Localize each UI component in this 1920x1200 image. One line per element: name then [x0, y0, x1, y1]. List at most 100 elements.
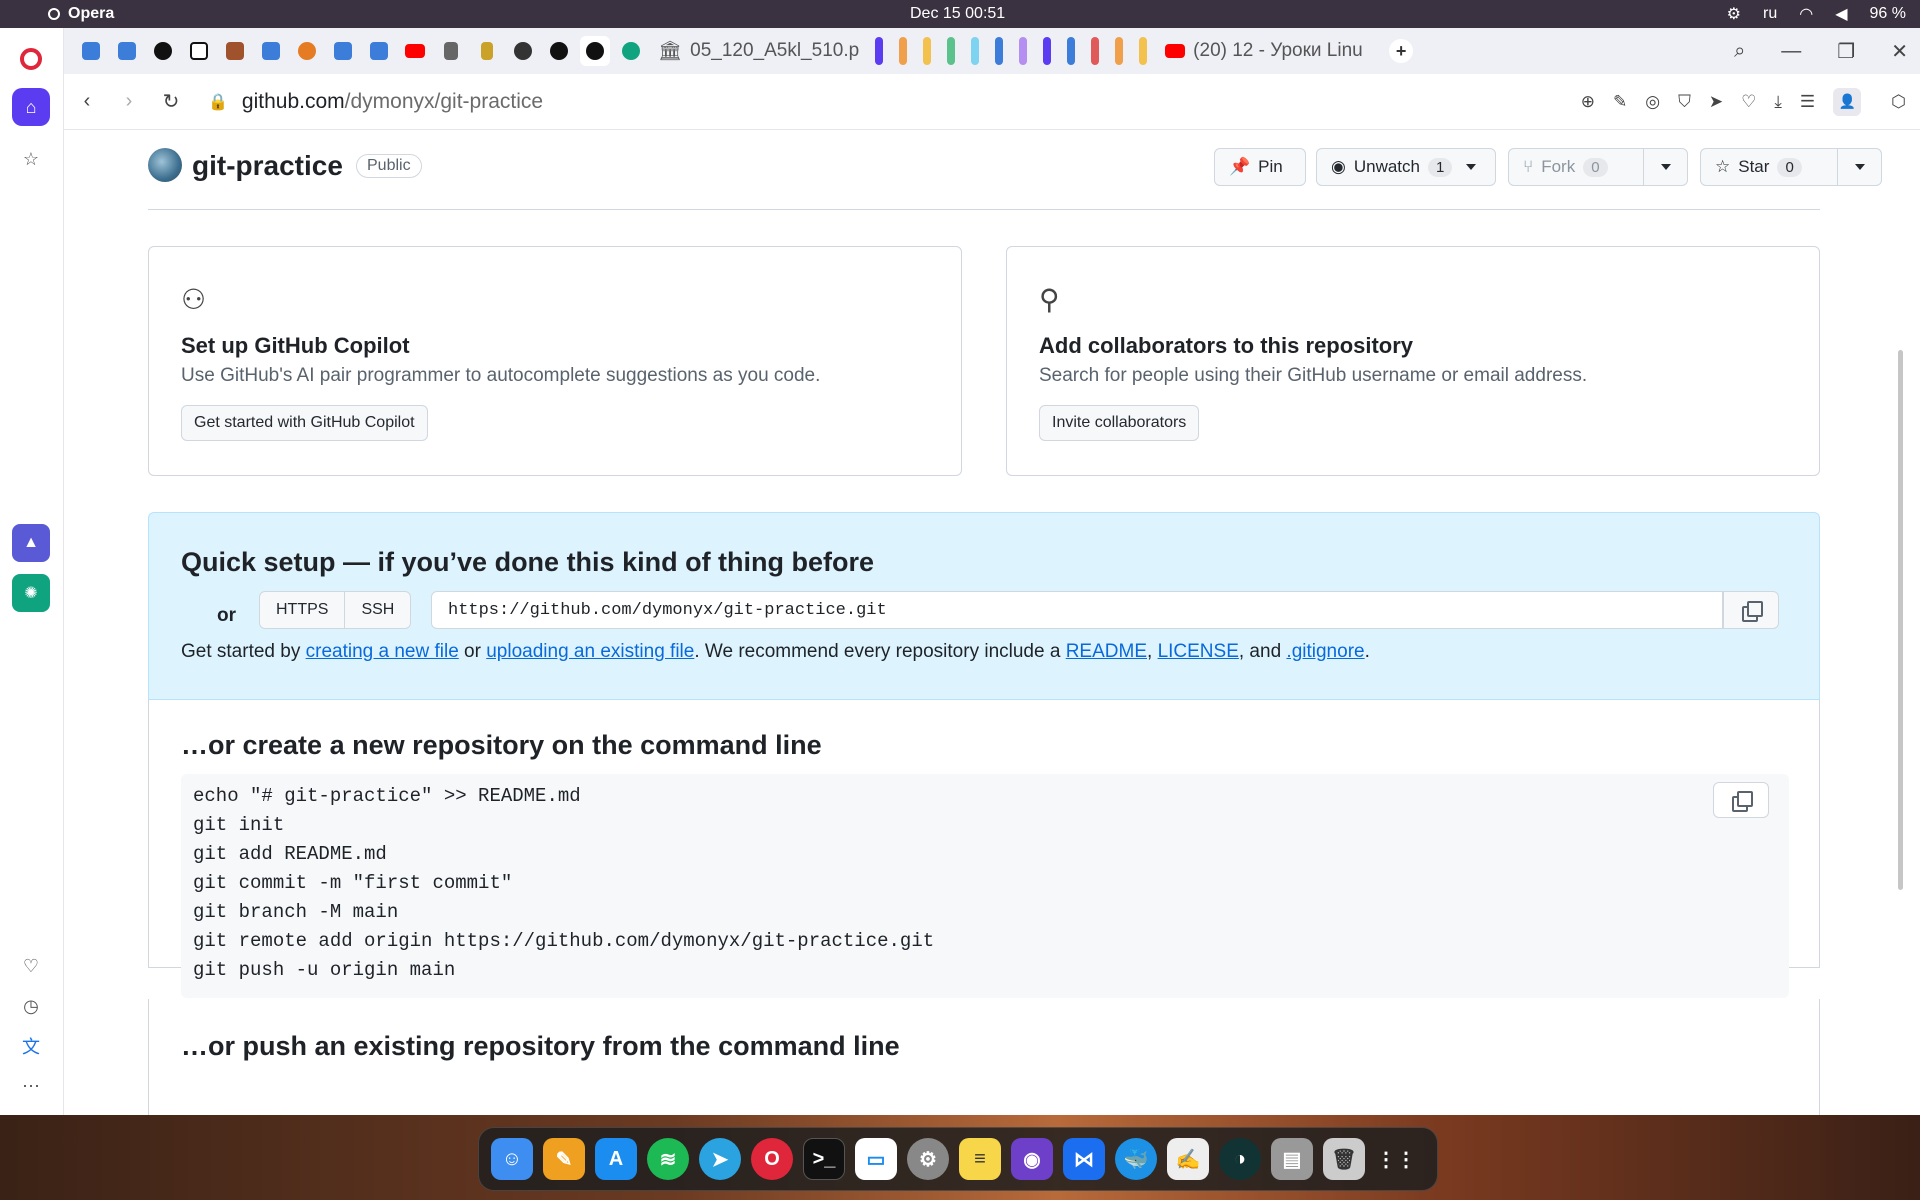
send-icon[interactable]: ➤ [1709, 92, 1723, 112]
restore-icon[interactable]: ❐ [1837, 39, 1855, 64]
collapsed-tab-1[interactable] [875, 37, 884, 65]
files-icon[interactable]: ▭ [855, 1138, 897, 1180]
system-settings-icon[interactable]: ⚙ [907, 1138, 949, 1180]
close-icon[interactable]: ✕ [1891, 39, 1908, 64]
opera-icon[interactable]: O [751, 1138, 793, 1180]
collapsed-tab-6[interactable] [995, 37, 1004, 65]
chatgpt-icon[interactable]: ✺ [12, 574, 50, 612]
https-tab[interactable]: HTTPS [260, 592, 344, 628]
disk-utility-icon[interactable]: ▤ [1271, 1138, 1313, 1180]
trash-icon[interactable]: 🗑 [1323, 1138, 1365, 1180]
tab-favicon-gear[interactable] [112, 36, 142, 66]
preview-icon[interactable]: ✍ [1167, 1138, 1209, 1180]
create-repo-code[interactable]: echo "# git-practice" >> README.md git i… [181, 774, 1789, 998]
easy-setup-icon[interactable]: ☰ [1800, 92, 1815, 112]
tab-favicon-github[interactable] [544, 36, 574, 66]
url-field[interactable]: github.com/dymonyx/git-practice [242, 90, 543, 114]
home-icon[interactable]: ⌂ [12, 88, 50, 126]
upload-file-link[interactable]: uploading an existing file [486, 641, 694, 662]
tab-favicon-notion[interactable] [184, 36, 214, 66]
tab-favicon-youtube[interactable] [400, 36, 430, 66]
pycharm-icon[interactable]: ◑ [1219, 1138, 1261, 1180]
settings-gear-icon[interactable]: ⚙ [1727, 4, 1741, 24]
wifi-icon[interactable]: ◠ [1799, 4, 1813, 24]
repo-name[interactable]: git-practice [192, 150, 343, 182]
search-tabs-icon[interactable]: ⌕ [1734, 40, 1745, 63]
reload-button[interactable]: ↻ [152, 83, 190, 121]
extensions-cube-icon[interactable]: ⬡ [1891, 92, 1906, 112]
menubar-clock[interactable]: Dec 15 00:51 [910, 5, 1005, 23]
tab-favicon-image[interactable] [220, 36, 250, 66]
back-button[interactable]: ‹ [68, 83, 106, 121]
tab-favicon-gear[interactable] [364, 36, 394, 66]
copilot-get-started-button[interactable]: Get started with GitHub Copilot [181, 405, 428, 441]
fork-dropdown-button[interactable] [1643, 148, 1687, 186]
finder-icon[interactable]: ☺ [491, 1138, 533, 1180]
star-label[interactable]: Star [1738, 157, 1769, 177]
collapsed-tab-2[interactable] [899, 37, 908, 65]
collapsed-tab-9[interactable] [1067, 37, 1076, 65]
page-scrollbar[interactable] [1896, 240, 1904, 1110]
tab-pdf[interactable]: 🏛 05_120_A5kl_510.p [658, 39, 859, 63]
collapsed-tab-10[interactable] [1091, 37, 1100, 65]
collapsed-tab-group[interactable] [875, 37, 1148, 65]
aria-ai-icon[interactable]: ▲ [12, 524, 50, 562]
app-store-icon[interactable]: A [595, 1138, 637, 1180]
collapsed-tab-12[interactable] [1139, 37, 1148, 65]
new-tab-button[interactable]: + [1389, 39, 1414, 63]
ssh-tab[interactable]: SSH [344, 592, 410, 628]
active-app-menu[interactable]: Opera [48, 5, 114, 23]
unwatch-button[interactable]: ◉ Unwatch 1 [1316, 148, 1496, 186]
telegram-icon[interactable]: ➤ [699, 1138, 741, 1180]
zoom-icon[interactable]: ⊕ [1581, 92, 1595, 112]
collapsed-tab-5[interactable] [971, 37, 980, 65]
github-desktop-icon[interactable]: ◉ [1011, 1138, 1053, 1180]
vscode-icon[interactable]: ⋈ [1063, 1138, 1105, 1180]
volume-icon[interactable]: ◀ [1835, 4, 1847, 24]
notes-icon[interactable]: ≡ [959, 1138, 1001, 1180]
terminal-icon[interactable]: >_ [803, 1138, 845, 1180]
scrollbar-thumb[interactable] [1898, 350, 1903, 890]
tab-favicon-github-active[interactable] [580, 36, 610, 66]
pages-icon[interactable]: ✎ [543, 1138, 585, 1180]
tab-favicon-gear[interactable] [328, 36, 358, 66]
heart-icon[interactable]: ♡ [18, 953, 44, 979]
collapsed-tab-11[interactable] [1115, 37, 1124, 65]
tab-favicon-gear[interactable] [76, 36, 106, 66]
readme-link[interactable]: README [1066, 641, 1147, 662]
download-icon[interactable]: ⤓ [1774, 92, 1782, 112]
tab-favicon-chatgpt[interactable] [616, 36, 646, 66]
owner-avatar[interactable] [148, 148, 182, 182]
spotify-icon[interactable]: ≋ [647, 1138, 689, 1180]
shield-icon[interactable]: ⛉ [1678, 92, 1691, 112]
more-dots-icon[interactable]: ⋯ [18, 1073, 44, 1099]
tab-favicon-globe[interactable] [508, 36, 538, 66]
star-dropdown-button[interactable] [1837, 148, 1881, 186]
tab-favicon-threads[interactable] [148, 36, 178, 66]
fork-label[interactable]: Fork [1541, 157, 1575, 177]
battery-indicator[interactable]: 96 % [1870, 5, 1906, 23]
tab-youtube[interactable]: (20) 12 - Уроки Linu [1165, 40, 1375, 62]
profile-icon[interactable]: 👤 [1833, 87, 1862, 116]
translate-icon[interactable]: 文 [18, 1033, 44, 1059]
heart-icon[interactable]: ♡ [1741, 92, 1756, 112]
collapsed-tab-7[interactable] [1019, 37, 1028, 65]
forward-button[interactable]: › [110, 83, 148, 121]
collapsed-tab-8[interactable] [1043, 37, 1052, 65]
history-clock-icon[interactable]: ◷ [18, 993, 44, 1019]
copy-commands-button[interactable] [1713, 782, 1769, 818]
invite-collaborators-button[interactable]: Invite collaborators [1039, 405, 1200, 441]
docker-icon[interactable]: 🐳 [1115, 1138, 1157, 1180]
lock-icon[interactable]: 🔒 [208, 92, 228, 112]
collapsed-tab-3[interactable] [923, 37, 932, 65]
license-link[interactable]: LICENSE [1158, 641, 1239, 662]
opera-logo-icon[interactable] [20, 48, 42, 70]
camera-icon[interactable]: ◎ [1645, 92, 1660, 112]
copy-url-button[interactable] [1723, 591, 1779, 629]
create-new-file-link[interactable]: creating a new file [306, 641, 459, 662]
tab-favicon-pen[interactable] [472, 36, 502, 66]
tab-favicon-gear[interactable] [256, 36, 286, 66]
input-language[interactable]: ru [1763, 5, 1777, 23]
pin-button[interactable]: 📌 Pin [1214, 148, 1306, 186]
gitignore-link[interactable]: .gitignore [1286, 641, 1364, 662]
